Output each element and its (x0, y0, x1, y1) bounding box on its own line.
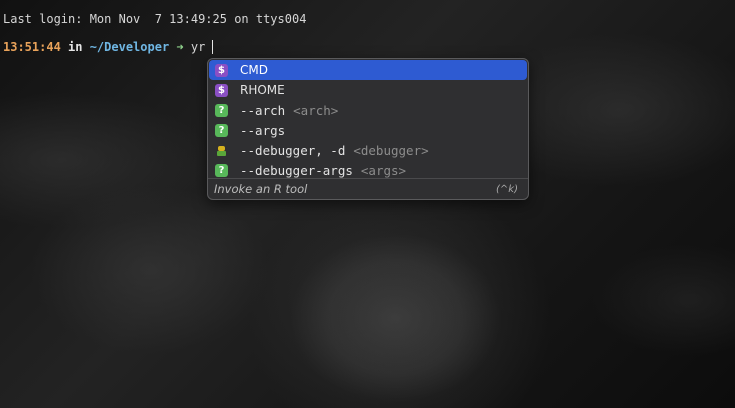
dollar-icon: $ (215, 83, 228, 97)
prompt-line[interactable]: 13:51:44 in ~/Developer ➜ yr (3, 39, 214, 55)
completion-item-arch[interactable]: ? --arch <arch> (209, 100, 527, 120)
text-cursor (212, 40, 214, 54)
completion-label: --debugger-args (240, 162, 353, 178)
completion-placeholder: <debugger> (353, 142, 429, 158)
completion-placeholder: <arch> (293, 102, 339, 118)
shortcut-hint: (^k) (496, 183, 518, 195)
completion-label: RHOME (240, 83, 285, 97)
prompt-arrow-icon: ➜ (169, 40, 191, 54)
last-login-line: Last login: Mon Nov 7 13:49:25 on ttys00… (3, 12, 307, 26)
completion-label: --debugger, -d (240, 142, 346, 158)
completion-label: CMD (240, 63, 268, 77)
footer-divider (208, 178, 528, 179)
completion-item-cmd[interactable]: $ CMD (209, 60, 527, 80)
completion-popup: $ CMD $ RHOME ? --arch <arch> ? --args -… (207, 58, 529, 200)
completion-label: --arch (240, 102, 286, 118)
completion-item-args[interactable]: ? --args (209, 120, 527, 140)
completion-footer: Invoke an R tool (^k) (214, 180, 518, 198)
question-icon: ? (215, 163, 228, 177)
completion-item-rhome[interactable]: $ RHOME (209, 80, 527, 100)
question-icon: ? (215, 103, 228, 117)
prompt-time: 13:51:44 (3, 40, 61, 54)
command-input[interactable]: yr (191, 40, 205, 54)
completion-item-debugger-args[interactable]: ? --debugger-args <args> (209, 160, 527, 180)
robot-icon (215, 144, 228, 157)
completion-item-debugger[interactable]: --debugger, -d <debugger> (209, 140, 527, 160)
prompt-directory: ~/Developer (89, 40, 170, 54)
dollar-icon: $ (215, 63, 228, 77)
completion-description: Invoke an R tool (214, 182, 308, 196)
prompt-in: in (60, 40, 90, 54)
completion-placeholder: <args> (360, 162, 407, 178)
completion-label: --args (240, 122, 286, 138)
question-icon: ? (215, 123, 228, 137)
